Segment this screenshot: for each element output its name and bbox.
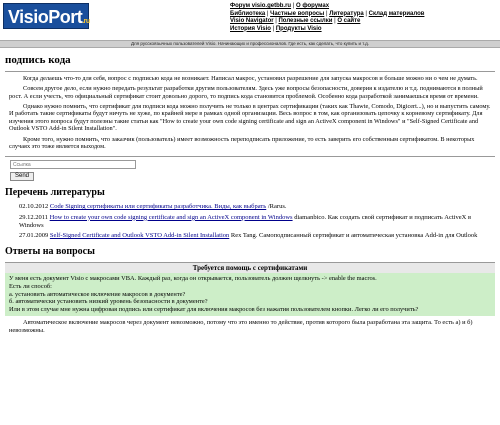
question-line: б. автоматически установить низкий урове… [9,298,208,306]
article-paragraph: Когда делаешь что-то для себя, вопрос с … [23,74,478,82]
nav-private-questions[interactable]: Частные вопросы [270,11,324,17]
nav-separator: | [266,10,269,17]
answer-text: Автоматическое включение макросов через … [9,318,473,334]
question-line: Или в этом случае мне нужна цифровая под… [9,306,419,314]
literature-date: 29.12.2011 [19,213,49,221]
top-navigation: Форум visio.getbb.ru | О форумах Библиот… [230,3,500,33]
tagline-bar: Для русскоязычных пользователей Visio. Н… [0,40,500,48]
site-header: VisioPort.ru Форум visio.getbb.ru | О фо… [0,0,500,48]
literature-item: 02.10.2012 Code Signing сертификаты или … [5,203,495,211]
question-line: Есть ли способ: [9,283,52,291]
nav-visio-history[interactable]: История Visio [230,26,271,32]
literature-link[interactable]: Self-Signed Certificate and Outlook VSTO… [50,232,229,239]
article-box: Когда делаешь что-то для себя, вопрос с … [5,70,495,158]
literature-date: 27.01.2009 [19,232,49,240]
logo-text: VisioPort [8,7,83,27]
nav-separator: | [325,10,328,17]
nav-about-site[interactable]: О сайте [337,18,360,24]
nav-separator: | [275,18,277,24]
nav-forum[interactable]: Форум visio.getbb.ru [230,3,291,9]
logo-suffix: .ru [82,18,90,25]
article-paragraph: Однако нужно помнить, что сертификат для… [9,102,491,133]
qa-heading: Ответы на вопросы [5,246,95,258]
literature-item: 29.12.2011 How to create your own code s… [5,214,495,230]
literature-link[interactable]: How to create your own code signing cert… [50,214,293,221]
send-button[interactable]: Send [10,172,35,182]
nav-materials[interactable]: Склад материалов [369,11,425,17]
page-title: подпись кода [5,54,71,66]
literature-heading: Перечень литературы [5,187,105,199]
nav-useful-links[interactable]: Полезные ссылки [278,18,332,24]
question-body: У меня есть документ Visio с макросами V… [5,273,495,316]
literature-description: /Rarus. [267,202,287,210]
question-line: а. установить автоматическое включение м… [9,290,186,298]
literature-item: 27.01.2009 Self-Signed Certificate and O… [5,232,495,240]
literature-list: 02.10.2012 Code Signing сертификаты или … [5,203,495,240]
question-line: У меня есть документ Visio с макросами V… [9,275,377,283]
nav-separator: | [272,25,275,32]
nav-literature[interactable]: Литература [329,11,364,17]
link-input[interactable] [10,160,136,170]
question-title: Требуется помощь с сертификатами [5,261,495,274]
article-paragraph: Кроме того, нужно помнить, что заказчик … [9,135,475,150]
nav-about-forums[interactable]: О форумах [296,3,329,9]
nav-library[interactable]: Библиотека [230,11,265,17]
nav-separator: | [334,18,336,24]
nav-visio-navigator[interactable]: Visio Navigator [230,18,274,24]
nav-visio-products[interactable]: Продукты Visio [276,26,322,32]
nav-separator: | [292,3,295,9]
main-content: подпись кода Когда делаешь что-то для се… [5,54,495,337]
literature-link[interactable]: Code Signing сертификаты или сертификаты… [50,203,266,210]
literature-description: Rex Tang. Самоподписанный сертификат и а… [230,232,478,240]
nav-separator: | [365,10,367,17]
site-logo[interactable]: VisioPort.ru [3,3,90,29]
link-form: Send [5,160,495,182]
literature-date: 02.10.2012 [19,202,49,210]
article-paragraph: Совсем другое дело, если нужно передать … [9,85,483,100]
